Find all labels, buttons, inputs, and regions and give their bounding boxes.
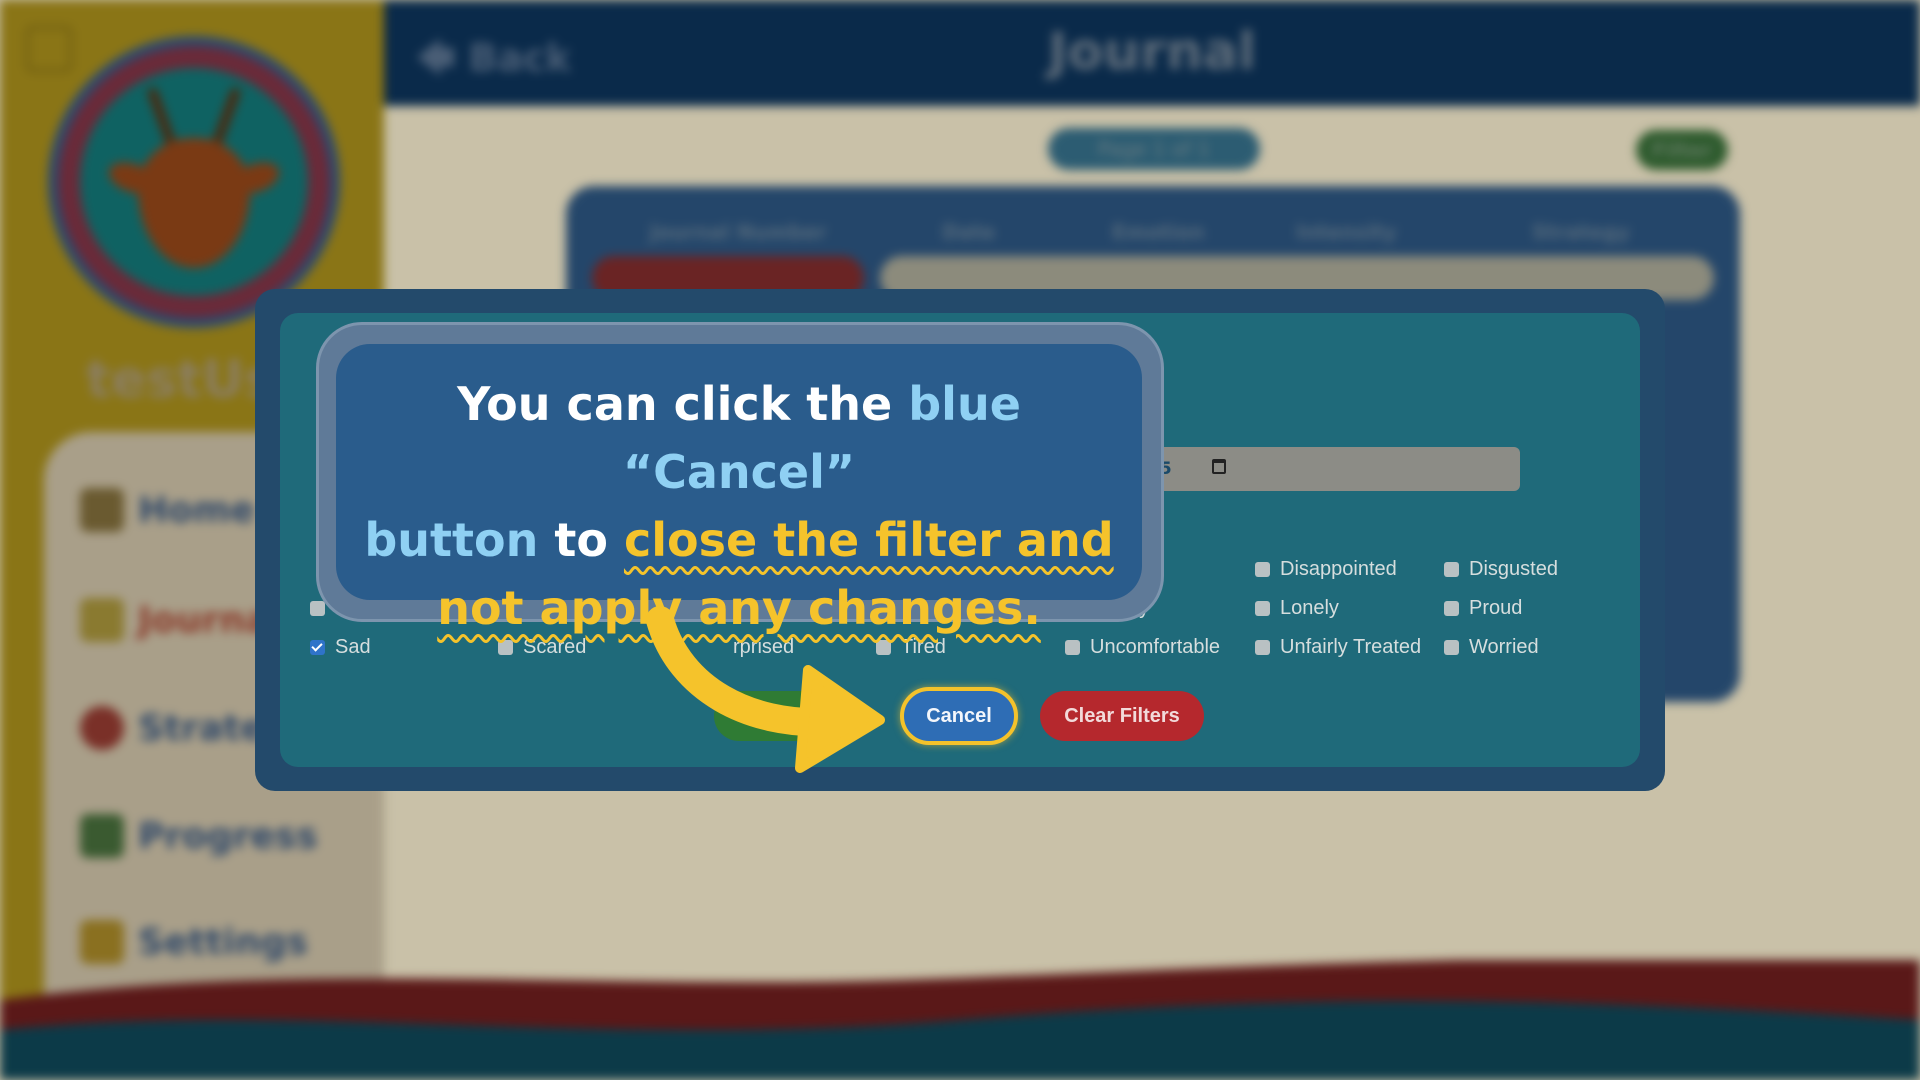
checkbox-box[interactable] — [1255, 561, 1270, 577]
date-input[interactable] — [1140, 447, 1520, 491]
checkbox-box[interactable] — [1255, 600, 1270, 616]
column-header: Intensity — [1296, 220, 1397, 244]
nav-label: Settings — [138, 921, 308, 963]
menu-icon[interactable] — [26, 26, 72, 72]
pointer-arrow-icon — [646, 606, 885, 773]
column-header: Journal Number — [650, 220, 827, 244]
avatar — [48, 36, 340, 328]
emotion-checkbox-proud[interactable]: Proud — [1444, 595, 1522, 621]
top-bar: 🡄 Back Journal — [384, 0, 1920, 106]
checkbox-box[interactable] — [1444, 561, 1459, 577]
checkbox-box[interactable] — [1444, 639, 1459, 655]
balloon-icon — [80, 706, 124, 750]
emotion-checkbox-unfairly-treated[interactable]: Unfairly Treated — [1255, 634, 1421, 660]
chart-icon — [80, 814, 124, 858]
checkbox-box[interactable] — [1444, 600, 1459, 616]
checkbox-box[interactable] — [310, 639, 325, 655]
column-header: Strategy — [1532, 220, 1630, 244]
checkbox-label: Worried — [1469, 635, 1539, 658]
checkbox-label: Disappointed — [1280, 557, 1397, 580]
filter-button[interactable]: Filter — [1636, 130, 1728, 170]
pencil-icon — [80, 598, 124, 642]
emotion-checkbox-worried[interactable]: Worried — [1444, 634, 1539, 660]
page-title: Journal — [1048, 22, 1256, 82]
calendar-icon[interactable] — [1212, 459, 1226, 474]
column-header: Date — [942, 220, 996, 244]
column-header: Emotion — [1112, 220, 1205, 244]
gear-icon — [80, 920, 124, 964]
checkbox-label: Proud — [1469, 596, 1523, 619]
checkbox-label: Unfairly Treated — [1280, 635, 1422, 658]
nav-label: Home — [138, 489, 255, 531]
callout-text-part: You can click the — [457, 377, 909, 431]
nav-item-home[interactable]: Home — [80, 480, 255, 540]
checkbox-label: Lonely — [1280, 596, 1339, 619]
pagination[interactable]: Page 1 of 1 — [1048, 128, 1260, 170]
emotion-checkbox-disgusted[interactable]: Disgusted — [1444, 556, 1558, 582]
checkbox-box[interactable] — [1255, 639, 1270, 655]
emotion-checkbox-partial-0[interactable] — [280, 595, 325, 621]
cancel-button[interactable]: Cancel — [900, 687, 1018, 745]
callout-highlight-close: close the filter and — [623, 513, 1114, 567]
checkbox-label: Disgusted — [1469, 557, 1558, 580]
deer-avatar-image — [80, 68, 308, 296]
pager-label: Page 1 of 1 — [1097, 137, 1211, 161]
decorative-wave — [0, 960, 1920, 1080]
tutorial-callout: You can click the blue “Cancel” button t… — [336, 344, 1142, 635]
nav-item-journal[interactable]: Journal — [80, 590, 282, 650]
deer-head — [138, 138, 250, 268]
emotion-checkbox-lonely[interactable]: Lonely — [1255, 595, 1339, 621]
callout-highlight-button: button — [364, 513, 539, 567]
checkbox-box[interactable] — [310, 600, 325, 616]
callout-text-part: to — [538, 513, 624, 567]
clear-filters-button[interactable]: Clear Filters — [1040, 691, 1204, 741]
house-icon — [80, 488, 124, 532]
nav-item-progress[interactable]: Progress — [80, 806, 318, 866]
nav-label: Progress — [138, 815, 318, 857]
emotion-checkbox-disappointed[interactable]: Disappointed — [1255, 556, 1397, 582]
